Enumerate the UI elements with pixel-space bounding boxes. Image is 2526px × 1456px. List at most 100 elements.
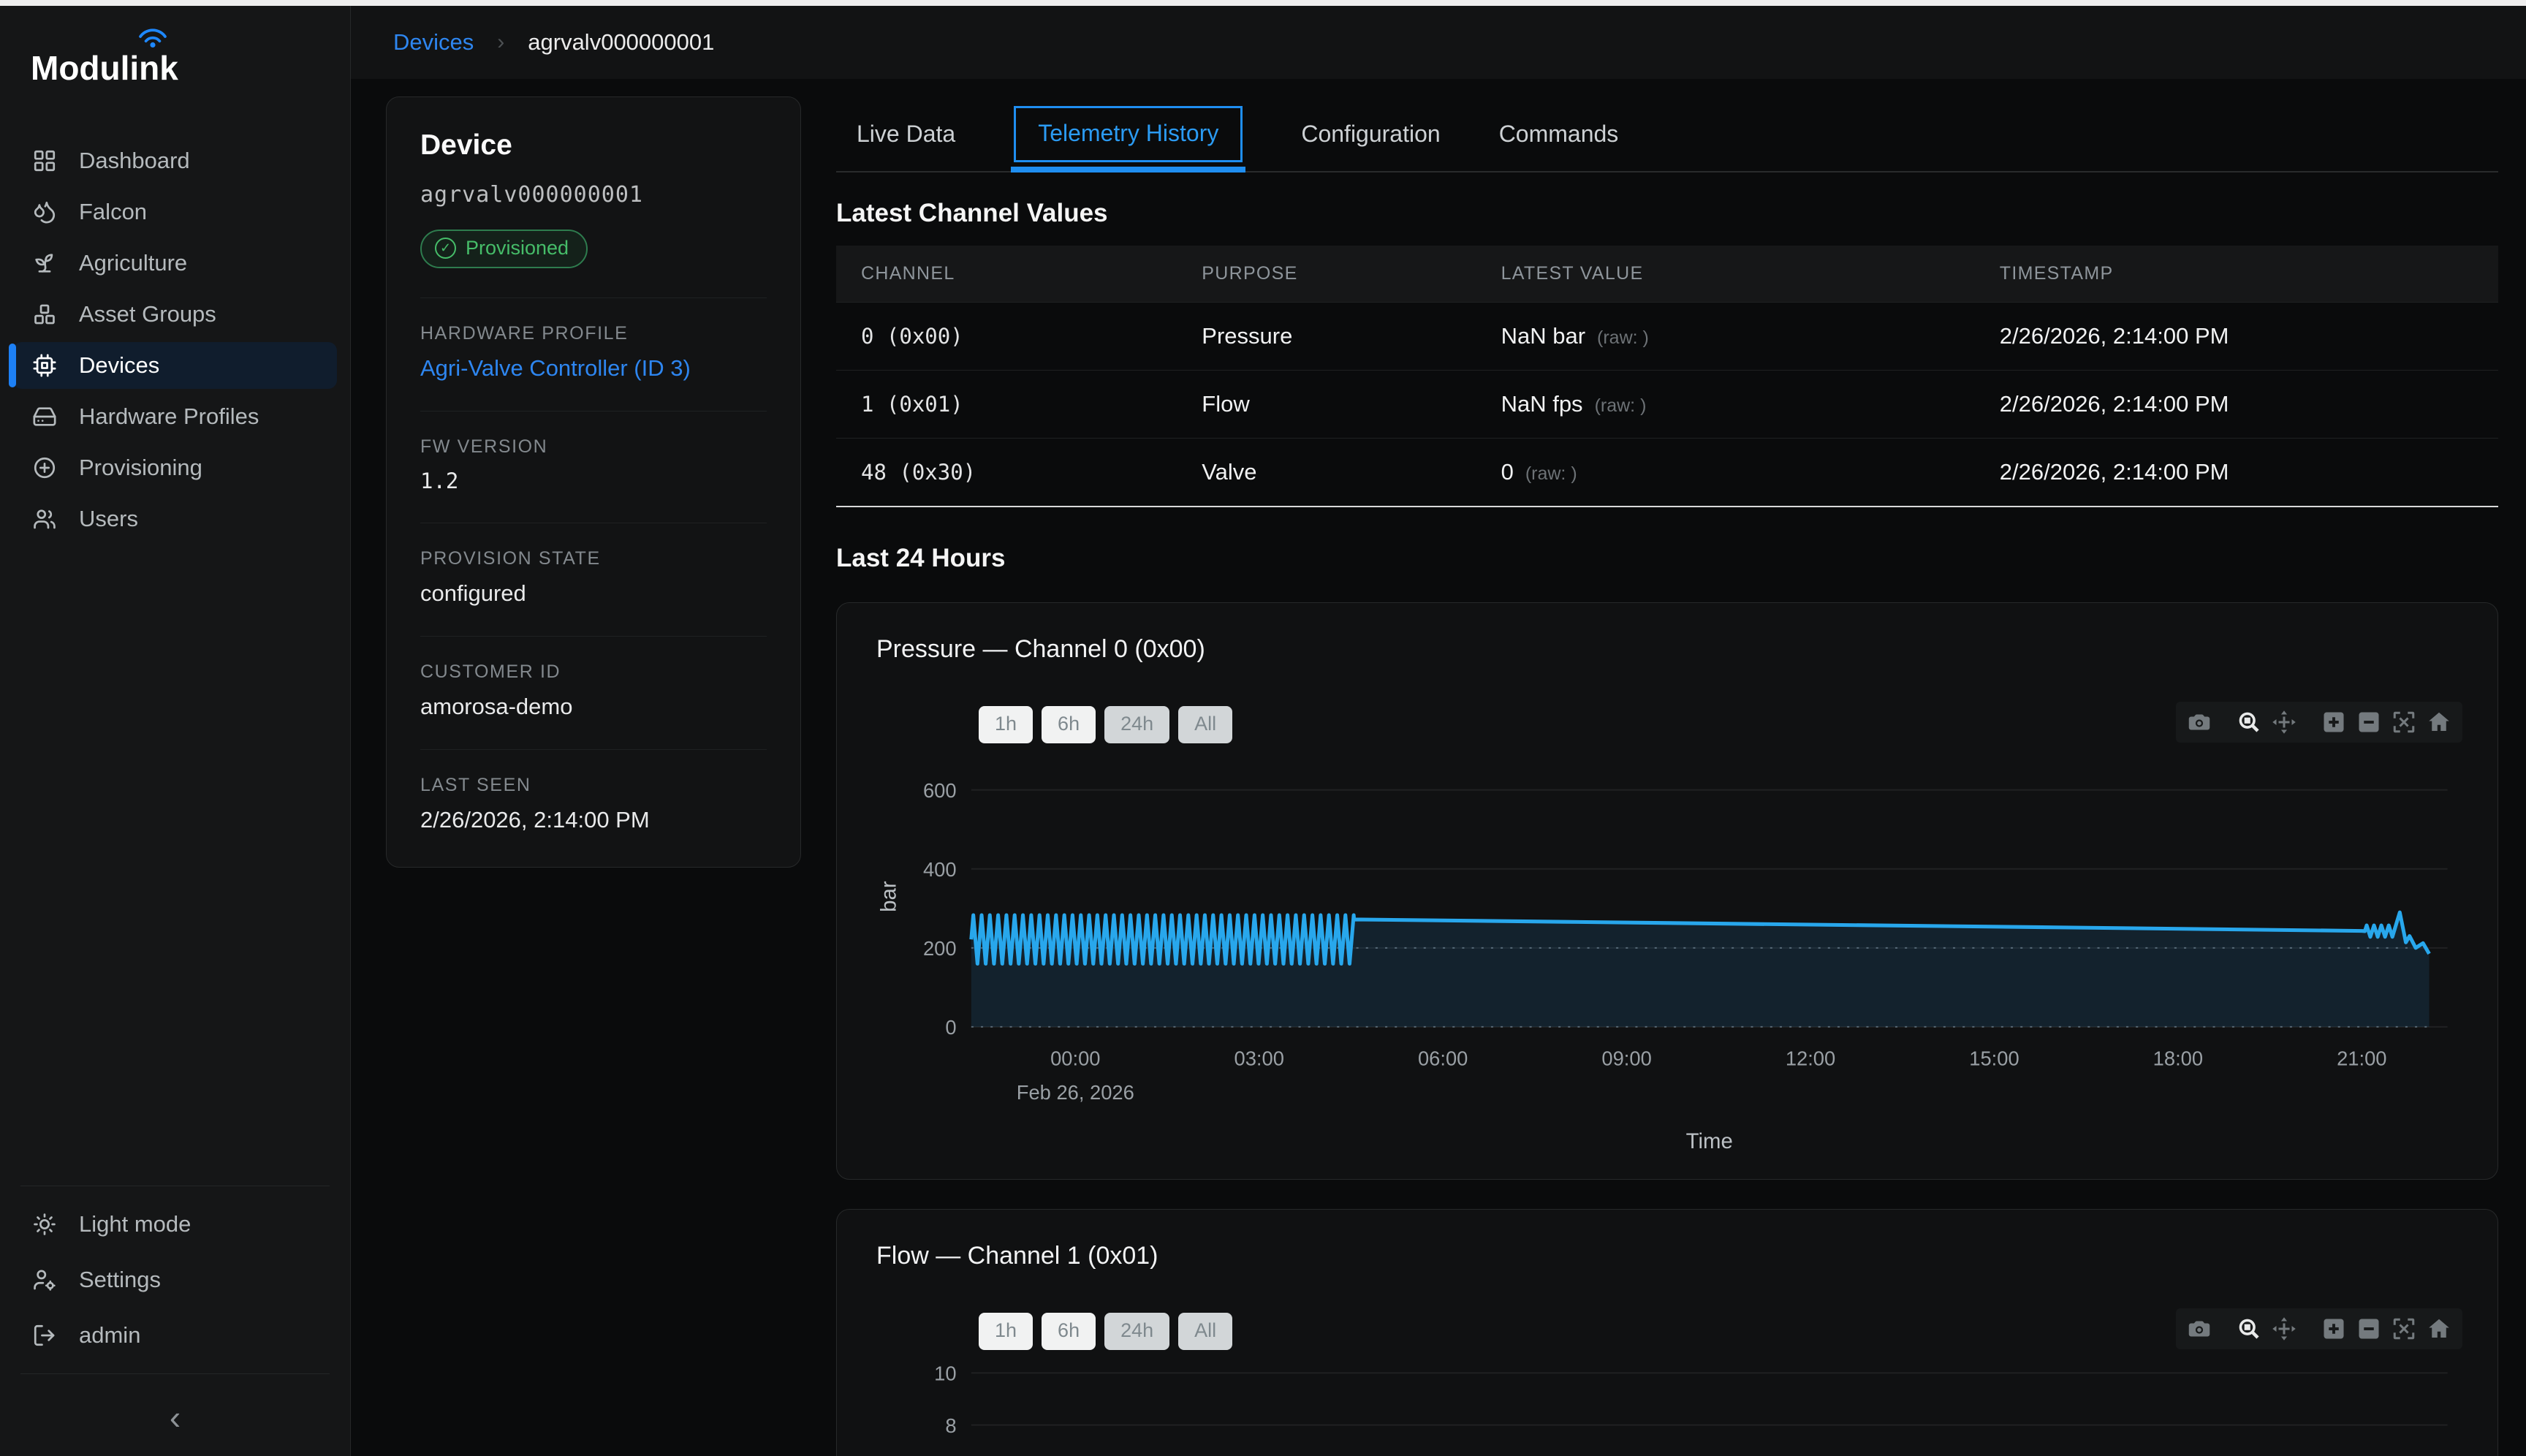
- status-badge-label: Provisioned: [466, 237, 569, 259]
- pressure-chart[interactable]: 020040060000:00Feb 26, 202603:0006:0009:…: [868, 747, 2467, 1161]
- svg-text:600: 600: [923, 779, 957, 802]
- sidebar-item-asset-groups[interactable]: Asset Groups: [13, 291, 337, 338]
- sidebar-item-agriculture[interactable]: Agriculture: [13, 240, 337, 287]
- flow-chart[interactable]: 1086: [868, 1354, 2467, 1456]
- chart-controls: 1h 6h 24h All: [868, 1311, 2467, 1351]
- cpu-chip-icon: [32, 353, 57, 378]
- sidebar-item-provisioning[interactable]: Provisioning: [13, 444, 337, 491]
- table-row: 1 (0x01) Flow NaN fps(raw: ) 2/26/2026, …: [836, 371, 2498, 439]
- sidebar-item-devices[interactable]: Devices: [13, 342, 337, 389]
- users-icon: [32, 507, 57, 531]
- col-purpose: PURPOSE: [1202, 246, 1501, 303]
- tab-commands[interactable]: Commands: [1499, 96, 1619, 171]
- cell-channel: 48 (0x30): [836, 439, 1202, 507]
- svg-text:400: 400: [923, 858, 957, 881]
- raw-value: (raw: ): [1597, 327, 1649, 348]
- camera-icon[interactable]: [2186, 709, 2212, 735]
- divider: [420, 636, 767, 637]
- svg-text:Feb 26, 2026: Feb 26, 2026: [1017, 1081, 1134, 1104]
- last-24-hours-title: Last 24 Hours: [836, 544, 2498, 573]
- camera-icon[interactable]: [2186, 1316, 2212, 1342]
- sidebar-item-label: Agriculture: [79, 250, 187, 276]
- svg-text:06:00: 06:00: [1418, 1047, 1468, 1070]
- breadcrumb-separator-icon: ›: [497, 30, 504, 55]
- cell-timestamp: 2/26/2026, 2:14:00 PM: [2000, 439, 2498, 507]
- logout-admin-button[interactable]: admin: [13, 1312, 337, 1359]
- user-gear-icon: [32, 1267, 57, 1292]
- plot-modebar: [2176, 1308, 2462, 1349]
- sidebar-spacer: [0, 547, 350, 1175]
- light-mode-toggle[interactable]: Light mode: [13, 1201, 337, 1248]
- sidebar-collapse-button[interactable]: ‹: [0, 1384, 350, 1456]
- autoscale-icon[interactable]: [2391, 709, 2417, 735]
- range-button-1h[interactable]: 1h: [979, 1313, 1033, 1350]
- sidebar-item-hardware-profiles[interactable]: Hardware Profiles: [13, 393, 337, 440]
- window-top-edge: [0, 0, 2526, 6]
- sidebar-item-label: Users: [79, 506, 138, 532]
- tab-live-data[interactable]: Live Data: [857, 96, 955, 171]
- divider: [20, 1373, 330, 1374]
- zoom-in-icon[interactable]: [2321, 1316, 2347, 1342]
- raw-value: (raw: ): [1525, 463, 1577, 484]
- sidebar-item-label: Devices: [79, 352, 159, 379]
- svg-text:bar: bar: [877, 881, 901, 912]
- range-button-1h[interactable]: 1h: [979, 706, 1033, 743]
- pan-icon[interactable]: [2271, 1316, 2297, 1342]
- sprout-icon: [32, 251, 57, 276]
- svg-text:15:00: 15:00: [1969, 1047, 2019, 1070]
- raw-value: (raw: ): [1595, 395, 1647, 416]
- range-button-24h[interactable]: 24h: [1104, 1313, 1169, 1350]
- fw-version-value: 1.2: [420, 469, 767, 493]
- last-seen-value: 2/26/2026, 2:14:00 PM: [420, 807, 767, 833]
- svg-text:Time: Time: [1686, 1129, 1733, 1153]
- cell-latest-value: NaN fps(raw: ): [1501, 371, 2000, 439]
- field-label-customer-id: CUSTOMER ID: [420, 661, 767, 683]
- breadcrumb-devices-link[interactable]: Devices: [393, 29, 474, 56]
- cell-purpose: Flow: [1202, 371, 1501, 439]
- zoom-icon[interactable]: [2236, 1316, 2262, 1342]
- pan-icon[interactable]: [2271, 709, 2297, 735]
- sidebar-nav: Dashboard Falcon Agriculture Asset Group…: [0, 133, 350, 547]
- tab-bar: Live Data Telemetry History Configuratio…: [836, 96, 2498, 172]
- sidebar-item-users[interactable]: Users: [13, 496, 337, 542]
- active-indicator-bar: [9, 344, 16, 387]
- logout-icon: [32, 1323, 57, 1348]
- zoom-out-icon[interactable]: [2356, 1316, 2382, 1342]
- tab-configuration[interactable]: Configuration: [1301, 96, 1440, 171]
- cell-timestamp: 2/26/2026, 2:14:00 PM: [2000, 303, 2498, 371]
- range-button-all[interactable]: All: [1178, 1313, 1232, 1350]
- droplets-icon: [32, 200, 57, 224]
- topbar: Devices › agrvalv000000001: [351, 6, 2526, 79]
- range-button-6h[interactable]: 6h: [1042, 706, 1096, 743]
- divider: [420, 411, 767, 412]
- cell-purpose: Pressure: [1202, 303, 1501, 371]
- pressure-chart-card: Pressure — Channel 0 (0x00) 1h 6h 24h Al…: [836, 602, 2498, 1180]
- svg-text:00:00: 00:00: [1050, 1047, 1100, 1070]
- hardware-profile-link[interactable]: Agri-Valve Controller (ID 3): [420, 355, 767, 382]
- zoom-icon[interactable]: [2236, 709, 2262, 735]
- device-detail-panel: Live Data Telemetry History Configuratio…: [836, 96, 2498, 1456]
- home-icon[interactable]: [2426, 1316, 2452, 1342]
- zoom-in-icon[interactable]: [2321, 709, 2347, 735]
- table-row: 0 (0x00) Pressure NaN bar(raw: ) 2/26/20…: [836, 303, 2498, 371]
- dashboard-grid-icon: [32, 148, 57, 173]
- autoscale-icon[interactable]: [2391, 1316, 2417, 1342]
- range-button-all[interactable]: All: [1178, 706, 1232, 743]
- home-icon[interactable]: [2426, 709, 2452, 735]
- zoom-out-icon[interactable]: [2356, 709, 2382, 735]
- sidebar-item-label: Hardware Profiles: [79, 403, 259, 430]
- sidebar-item-falcon[interactable]: Falcon: [13, 189, 337, 235]
- tab-telemetry-history[interactable]: Telemetry History: [1014, 96, 1243, 171]
- device-card-title: Device: [420, 129, 767, 162]
- sidebar-item-dashboard[interactable]: Dashboard: [13, 137, 337, 184]
- device-id: agrvalv000000001: [420, 182, 767, 208]
- settings-button[interactable]: Settings: [13, 1256, 337, 1303]
- cell-latest-value: NaN bar(raw: ): [1501, 303, 2000, 371]
- divider: [420, 297, 767, 298]
- plot-modebar: [2176, 702, 2462, 743]
- range-selector: 1h 6h 24h All: [979, 1313, 1232, 1350]
- app-root: Modulink Dashboard Falcon Agriculture As…: [0, 6, 2526, 1456]
- range-button-6h[interactable]: 6h: [1042, 1313, 1096, 1350]
- cell-timestamp: 2/26/2026, 2:14:00 PM: [2000, 371, 2498, 439]
- range-button-24h[interactable]: 24h: [1104, 706, 1169, 743]
